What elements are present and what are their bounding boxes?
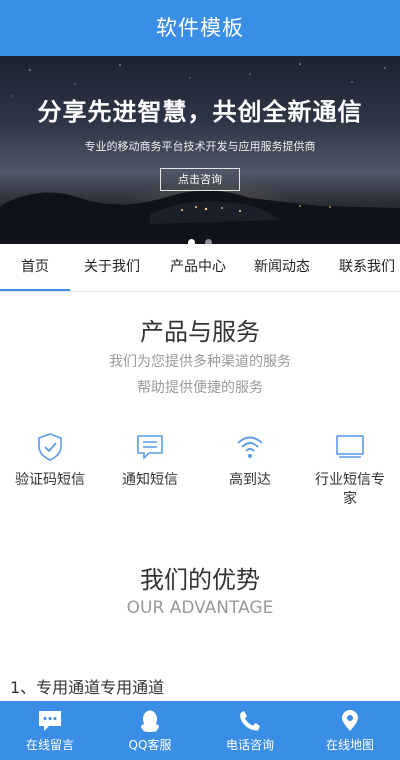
- service-label: 验证码短信: [15, 472, 85, 488]
- shield-check-icon: [38, 433, 62, 461]
- message-icon: [137, 435, 163, 460]
- advantage-title: 我们的优势: [140, 566, 260, 594]
- advantage-item: 1、专用通道专用通道: [10, 678, 165, 697]
- tab-news[interactable]: 新闻动态: [246, 244, 318, 291]
- bottom-bar: 在线留言 QQ客服 电话咨询 在线地图: [0, 701, 400, 760]
- service-verification-sms[interactable]: 验证码短信: [0, 432, 100, 490]
- tab-contact[interactable]: 联系我们: [331, 244, 400, 291]
- service-notification-sms[interactable]: 通知短信: [100, 432, 200, 490]
- footer-label: 电话咨询: [225, 738, 274, 752]
- banner-title: 分享先进智慧，共创全新通信: [37, 98, 363, 126]
- service-label: 行业短信专家: [315, 472, 385, 507]
- banner-subtitle: 专业的移动商务平台技术开发与应用服务提供商: [84, 140, 316, 153]
- phone-consult-button[interactable]: 电话咨询: [200, 701, 300, 760]
- advantage-subtitle: OUR ADVANTAGE: [126, 598, 274, 618]
- products-title: 产品与服务: [140, 318, 260, 346]
- online-message-button[interactable]: 在线留言: [0, 701, 100, 760]
- tab-products[interactable]: 产品中心: [162, 244, 234, 291]
- service-label: 高到达: [229, 472, 271, 488]
- page-title: 软件模板: [156, 16, 244, 40]
- services-grid: 验证码短信 通知短信 高到达 行业短信专家: [0, 432, 400, 522]
- service-label: 通知短信: [122, 472, 178, 488]
- map-pin-icon: [342, 710, 358, 731]
- qq-icon: [141, 710, 159, 732]
- service-industry-sms[interactable]: 行业短信专家: [300, 432, 400, 509]
- main-nav: 首页 关于我们 产品中心 新闻动态 联系我们: [0, 244, 400, 292]
- service-high-delivery[interactable]: 高到达: [200, 432, 300, 490]
- products-desc-line2: 帮助提供便捷的服务: [137, 380, 263, 396]
- online-map-button[interactable]: 在线地图: [300, 701, 400, 760]
- phone-icon: [240, 711, 260, 731]
- carousel-indicators: [0, 231, 400, 244]
- footer-label: 在线地图: [325, 738, 374, 752]
- tab-home[interactable]: 首页: [0, 244, 70, 291]
- footer-label: QQ客服: [128, 738, 172, 752]
- app-header: 软件模板: [0, 0, 400, 56]
- footer-label: 在线留言: [25, 738, 74, 752]
- hero-banner[interactable]: 分享先进智慧，共创全新通信 专业的移动商务平台技术开发与应用服务提供商 点击咨询: [0, 56, 400, 244]
- tab-about[interactable]: 关于我们: [76, 244, 148, 291]
- consult-button[interactable]: 点击咨询: [160, 168, 240, 191]
- chat-bubble-icon: [39, 711, 61, 731]
- qq-service-button[interactable]: QQ客服: [100, 701, 200, 760]
- wifi-icon: [237, 436, 263, 458]
- monitor-icon: [336, 435, 364, 458]
- products-desc-line1: 我们为您提供多种渠道的服务: [109, 354, 291, 370]
